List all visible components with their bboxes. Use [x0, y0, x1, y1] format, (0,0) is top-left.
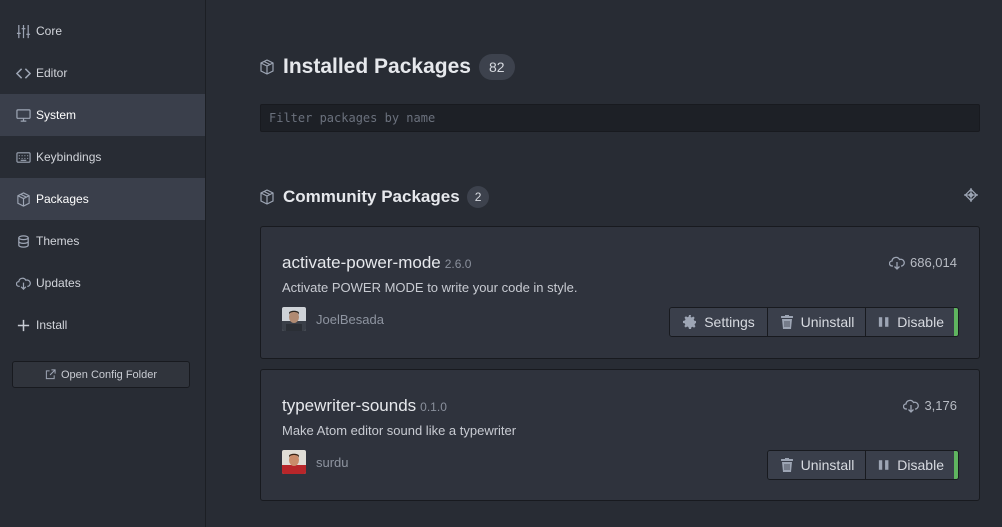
sidebar-item-packages[interactable]: Packages: [0, 178, 205, 220]
sidebar-item-install[interactable]: Install: [0, 304, 205, 346]
trash-icon: [780, 315, 793, 329]
settings-label: Settings: [704, 314, 755, 330]
avatar: [282, 450, 306, 474]
uninstall-button[interactable]: Uninstall: [768, 308, 866, 336]
section-settings-icon[interactable]: [962, 186, 980, 204]
open-config-folder-button[interactable]: Open Config Folder: [12, 361, 190, 388]
package-icon: [260, 189, 274, 205]
package-name-row: typewriter-sounds 0.1.0: [282, 396, 447, 416]
external-link-icon: [45, 369, 56, 380]
community-count-badge: 2: [466, 186, 490, 208]
sidebar-item-core[interactable]: Core: [0, 10, 205, 52]
package-card[interactable]: typewriter-sounds 0.1.0 3,176 Make Atom e…: [260, 369, 980, 501]
enabled-indicator: [954, 308, 958, 336]
download-count-value: 686,014: [910, 255, 957, 270]
sidebar-item-label: Core: [36, 24, 63, 38]
sliders-icon: [15, 23, 31, 39]
download-count-value: 3,176: [924, 398, 957, 413]
package-name[interactable]: typewriter-sounds: [282, 396, 416, 415]
author-name[interactable]: JoelBesada: [316, 312, 384, 327]
uninstall-button[interactable]: Uninstall: [768, 451, 866, 479]
settings-button[interactable]: Settings: [670, 308, 768, 336]
sidebar-item-label: Themes: [36, 234, 80, 248]
installed-count-badge: 82: [478, 54, 515, 80]
author-name[interactable]: surdu: [316, 455, 349, 470]
package-actions: Settings Uninstall Disable: [669, 307, 959, 337]
package-description: Activate POWER MODE to write your code i…: [282, 280, 578, 295]
cloud-download-icon: [889, 256, 905, 270]
download-count: 686,014: [889, 255, 957, 270]
package-author[interactable]: surdu: [282, 450, 349, 474]
sidebar-item-editor[interactable]: Editor: [0, 52, 205, 94]
sidebar-item-label: Editor: [36, 66, 68, 80]
uninstall-label: Uninstall: [800, 457, 855, 473]
package-card[interactable]: activate-power-mode 2.6.0 686,014 Activat…: [260, 226, 980, 359]
settings-sidebar: Core Editor System Keybindings Packages …: [0, 0, 206, 527]
plus-icon: [15, 317, 31, 333]
package-icon: [15, 191, 31, 207]
sidebar-item-themes[interactable]: Themes: [0, 220, 205, 262]
sidebar-item-label: Install: [36, 318, 68, 332]
page-title: Installed Packages: [283, 55, 471, 78]
section-title: Community Packages: [283, 187, 460, 206]
code-icon: [15, 65, 31, 81]
trash-icon: [780, 458, 793, 472]
gear-icon: [683, 315, 697, 329]
avatar: [282, 307, 306, 331]
packages-panel: Installed Packages 82 Community Packages…: [207, 0, 1002, 527]
package-description: Make Atom editor sound like a typewriter: [282, 423, 517, 438]
disable-label: Disable: [897, 314, 944, 330]
filter-packages-input[interactable]: [260, 104, 980, 132]
package-version: 0.1.0: [420, 400, 447, 414]
package-version: 2.6.0: [444, 257, 472, 271]
disable-button[interactable]: Disable: [866, 308, 954, 336]
community-packages-header: Community Packages 2: [259, 186, 490, 208]
paintcan-icon: [15, 233, 31, 249]
package-name-row: activate-power-mode 2.6.0: [282, 253, 471, 273]
package-author[interactable]: JoelBesada: [282, 307, 384, 331]
monitor-icon: [15, 107, 31, 123]
sidebar-item-label: System: [36, 108, 77, 122]
open-config-label: Open Config Folder: [61, 368, 157, 381]
cloud-download-icon: [15, 275, 31, 291]
cloud-download-icon: [903, 399, 920, 413]
sidebar-item-label: Updates: [36, 276, 81, 290]
disable-label: Disable: [897, 457, 944, 473]
sidebar-item-label: Packages: [36, 192, 89, 206]
disable-button[interactable]: Disable: [866, 451, 954, 479]
sidebar-item-system[interactable]: System: [0, 94, 205, 136]
enabled-indicator: [954, 451, 958, 479]
keyboard-icon: [15, 149, 31, 165]
sidebar-item-keybindings[interactable]: Keybindings: [0, 136, 205, 178]
sidebar-item-updates[interactable]: Updates: [0, 262, 205, 304]
sidebar-item-label: Keybindings: [36, 150, 102, 164]
uninstall-label: Uninstall: [800, 314, 855, 330]
pause-icon: [878, 317, 889, 327]
package-name[interactable]: activate-power-mode: [282, 253, 441, 272]
package-icon: [260, 59, 274, 75]
package-actions: Uninstall Disable: [767, 450, 959, 480]
pause-icon: [878, 460, 889, 470]
download-count: 3,176: [903, 398, 957, 413]
installed-packages-header: Installed Packages 82: [259, 54, 515, 80]
